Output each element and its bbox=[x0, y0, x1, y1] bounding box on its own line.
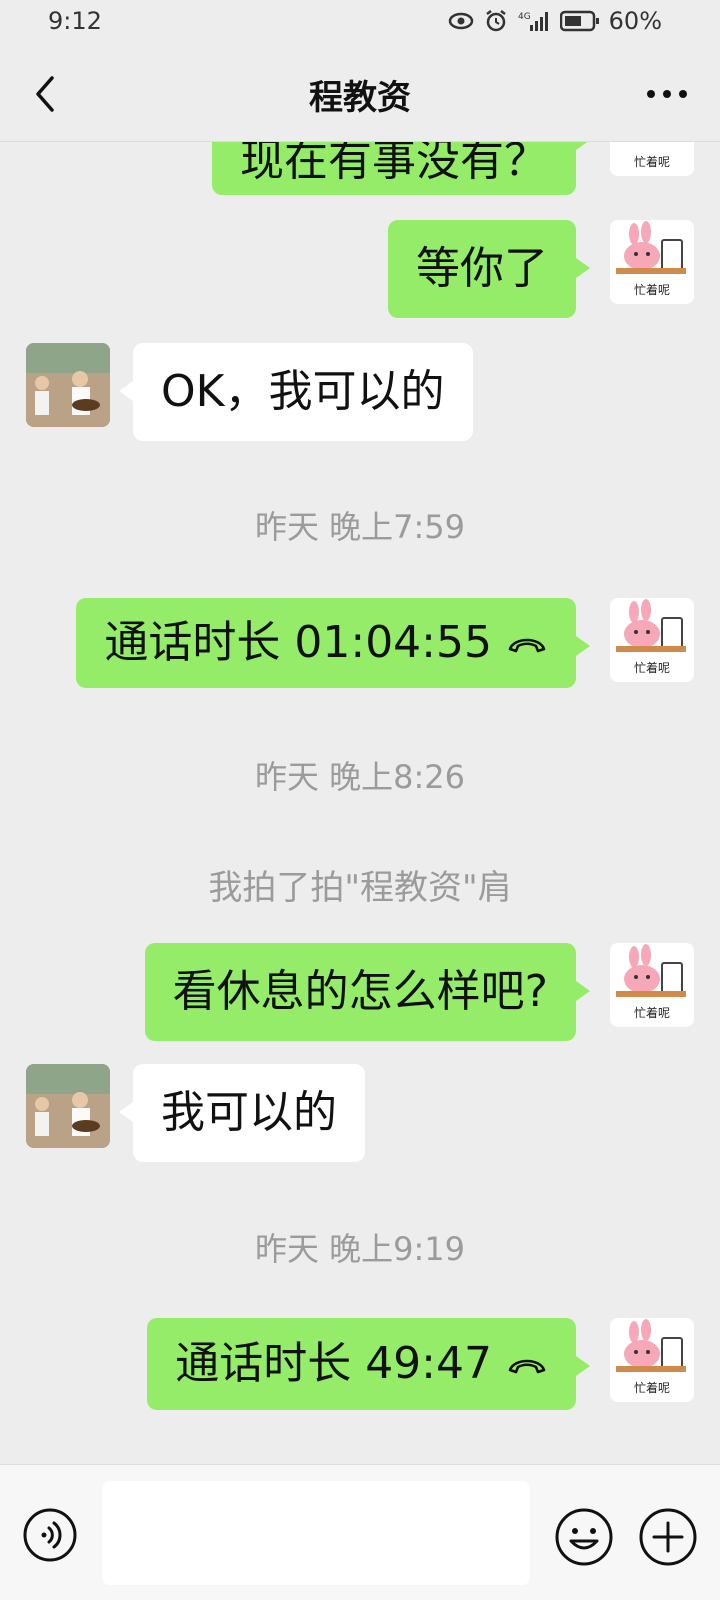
avatar-caption: 忙着呢 bbox=[634, 282, 670, 297]
message-row: 通话时长 49:47 忙着呢 bbox=[0, 1318, 720, 1410]
call-duration-text: 通话时长 49:47 bbox=[175, 1338, 492, 1389]
status-time: 9:12 bbox=[48, 7, 102, 35]
message-text: 看休息的怎么样吧? bbox=[172, 966, 548, 1017]
eye-icon bbox=[448, 12, 474, 30]
battery-percent: 60% bbox=[608, 7, 662, 35]
contact-photo-icon bbox=[26, 343, 110, 427]
bunny-avatar-icon: 忙着呢 bbox=[610, 598, 694, 682]
call-duration-text: 通话时长 01:04:55 bbox=[104, 617, 492, 668]
plus-icon bbox=[639, 1508, 697, 1566]
chat-title: 程教资 bbox=[309, 78, 411, 118]
call-bubble[interactable]: 通话时长 01:04:55 bbox=[76, 598, 590, 688]
message-text: OK，我可以的 bbox=[161, 366, 445, 417]
pat-system-message: 我拍了拍"程教资"肩 bbox=[208, 868, 512, 908]
voice-icon bbox=[23, 1508, 77, 1562]
message-row: 我可以的 bbox=[0, 1064, 720, 1164]
bunny-avatar-icon: 忙着呢 bbox=[610, 220, 694, 304]
contact-photo-icon bbox=[26, 1064, 110, 1148]
call-bubble[interactable]: 通话时长 49:47 bbox=[147, 1318, 590, 1410]
message-bubble-sent[interactable]: 等你了 bbox=[388, 220, 590, 318]
message-bubble-sent[interactable]: 看休息的怎么样吧? bbox=[144, 943, 591, 1041]
message-text: 现在有事没有？ bbox=[240, 142, 548, 186]
bunny-avatar-icon: 忙着呢 bbox=[610, 943, 694, 1027]
avatar-contact[interactable] bbox=[26, 343, 110, 427]
avatar-me[interactable]: 忙着呢 bbox=[610, 1318, 694, 1402]
bunny-avatar-icon: 忙着呢 bbox=[610, 1318, 694, 1402]
message-text: 等你了 bbox=[416, 243, 548, 294]
avatar-me[interactable]: 忙着呢 bbox=[610, 220, 694, 304]
status-icons: 4G bbox=[448, 9, 600, 33]
phone-hangup-icon bbox=[508, 1359, 546, 1374]
message-row: 看休息的怎么样吧? 忙着呢 bbox=[0, 943, 720, 1043]
status-bar: 9:12 4G 60% bbox=[0, 0, 720, 46]
emoji-icon bbox=[555, 1508, 613, 1566]
plus-button[interactable] bbox=[638, 1507, 698, 1567]
avatar-contact[interactable] bbox=[26, 1064, 110, 1148]
svg-text:4G: 4G bbox=[518, 12, 531, 22]
message-row: 通话时长 01:04:55 忙着呢 bbox=[0, 598, 720, 690]
avatar-caption: 忙着呢 bbox=[634, 1380, 670, 1395]
more-button[interactable] bbox=[644, 74, 690, 114]
avatar-me[interactable]: 忙着呢 bbox=[610, 598, 694, 682]
emoji-button[interactable] bbox=[554, 1507, 614, 1567]
avatar-me[interactable]: 忙着呢 bbox=[610, 943, 694, 1027]
message-input[interactable] bbox=[102, 1481, 530, 1585]
avatar-caption: 忙着呢 bbox=[634, 1005, 670, 1020]
avatar-caption: 忙着呢 bbox=[634, 154, 670, 169]
nav-bar: 程教资 bbox=[0, 46, 720, 142]
avatar-me[interactable]: 忙着呢 bbox=[610, 142, 694, 176]
timestamp: 昨天 晚上8:26 bbox=[254, 758, 466, 796]
message-row: OK，我可以的 bbox=[0, 343, 720, 443]
message-row: 现在有事没有？ 忙着呢 bbox=[0, 142, 720, 202]
bunny-avatar-icon: 忙着呢 bbox=[610, 142, 694, 176]
message-bubble-received[interactable]: 我可以的 bbox=[119, 1064, 365, 1162]
chat-area[interactable]: 现在有事没有？ 忙着呢 等你了 忙着呢 OK，我可以的 昨天 晚上7:59 通话… bbox=[0, 142, 720, 1464]
more-icon bbox=[647, 90, 687, 98]
voice-button[interactable] bbox=[22, 1507, 78, 1563]
message-bubble-received[interactable]: OK，我可以的 bbox=[119, 343, 473, 441]
phone-hangup-icon bbox=[508, 638, 546, 653]
battery-icon bbox=[560, 10, 599, 32]
message-bubble-sent[interactable]: 现在有事没有？ bbox=[212, 142, 590, 195]
input-bar bbox=[0, 1464, 720, 1600]
timestamp: 昨天 晚上7:59 bbox=[254, 508, 466, 546]
signal-icon: 4G bbox=[518, 12, 548, 31]
message-row: 等你了 忙着呢 bbox=[0, 220, 720, 320]
alarm-icon bbox=[486, 10, 506, 32]
avatar-caption: 忙着呢 bbox=[634, 660, 670, 675]
timestamp: 昨天 晚上9:19 bbox=[254, 1230, 466, 1268]
message-text: 我可以的 bbox=[161, 1087, 337, 1138]
